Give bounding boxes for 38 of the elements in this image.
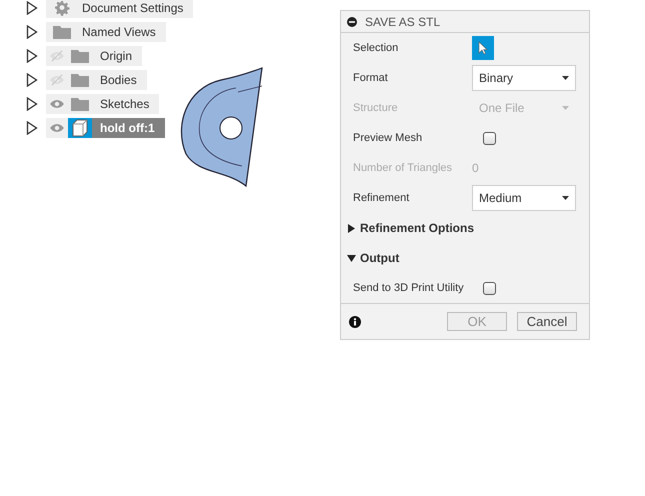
field-value: 0 xyxy=(472,160,479,177)
dialog-title: SAVE AS STL xyxy=(365,14,440,30)
field-label: Structure xyxy=(353,100,399,116)
cursor-icon xyxy=(478,41,488,55)
expand-icon[interactable] xyxy=(26,25,38,39)
field-label: Preview Mesh xyxy=(353,130,424,146)
expand-icon[interactable] xyxy=(26,1,38,15)
folder-icon xyxy=(53,25,71,39)
field-label: Refinement xyxy=(353,190,410,206)
section-header[interactable]: Refinement Options xyxy=(360,219,474,237)
folder-icon xyxy=(71,97,89,111)
selection-button[interactable] xyxy=(472,36,494,60)
field-label: Selection xyxy=(353,40,400,56)
folder-icon xyxy=(71,73,89,87)
caret-icon xyxy=(562,106,569,110)
cube-icon xyxy=(72,119,88,137)
expand-icon[interactable] xyxy=(26,121,38,135)
expand-icon[interactable] xyxy=(26,97,38,111)
dropdown-value: One File xyxy=(472,95,576,121)
caret-icon xyxy=(562,76,569,80)
expand-icon[interactable] xyxy=(26,49,38,63)
folder-icon xyxy=(71,49,89,63)
expand-icon[interactable] xyxy=(26,73,38,87)
expand-arrow-icon[interactable] xyxy=(347,224,356,232)
checkbox[interactable] xyxy=(483,282,496,294)
cancel-button[interactable]: Cancel xyxy=(517,312,577,331)
dropdown[interactable]: Medium xyxy=(472,185,576,211)
collapse-arrow-icon[interactable] xyxy=(347,254,356,262)
dropdown[interactable]: Binary xyxy=(472,65,576,91)
field-label: Number of Triangles xyxy=(353,160,454,176)
checkbox[interactable] xyxy=(483,132,496,144)
field-label: Send to 3D Print Utility xyxy=(353,280,465,296)
field-label: Format xyxy=(353,70,389,86)
tree-item-label[interactable]: hold off:1 xyxy=(92,118,165,138)
section-header[interactable]: Output xyxy=(360,249,400,267)
caret-icon xyxy=(562,196,569,200)
info-icon[interactable] xyxy=(349,316,361,328)
collapse-icon[interactable] xyxy=(347,16,357,26)
